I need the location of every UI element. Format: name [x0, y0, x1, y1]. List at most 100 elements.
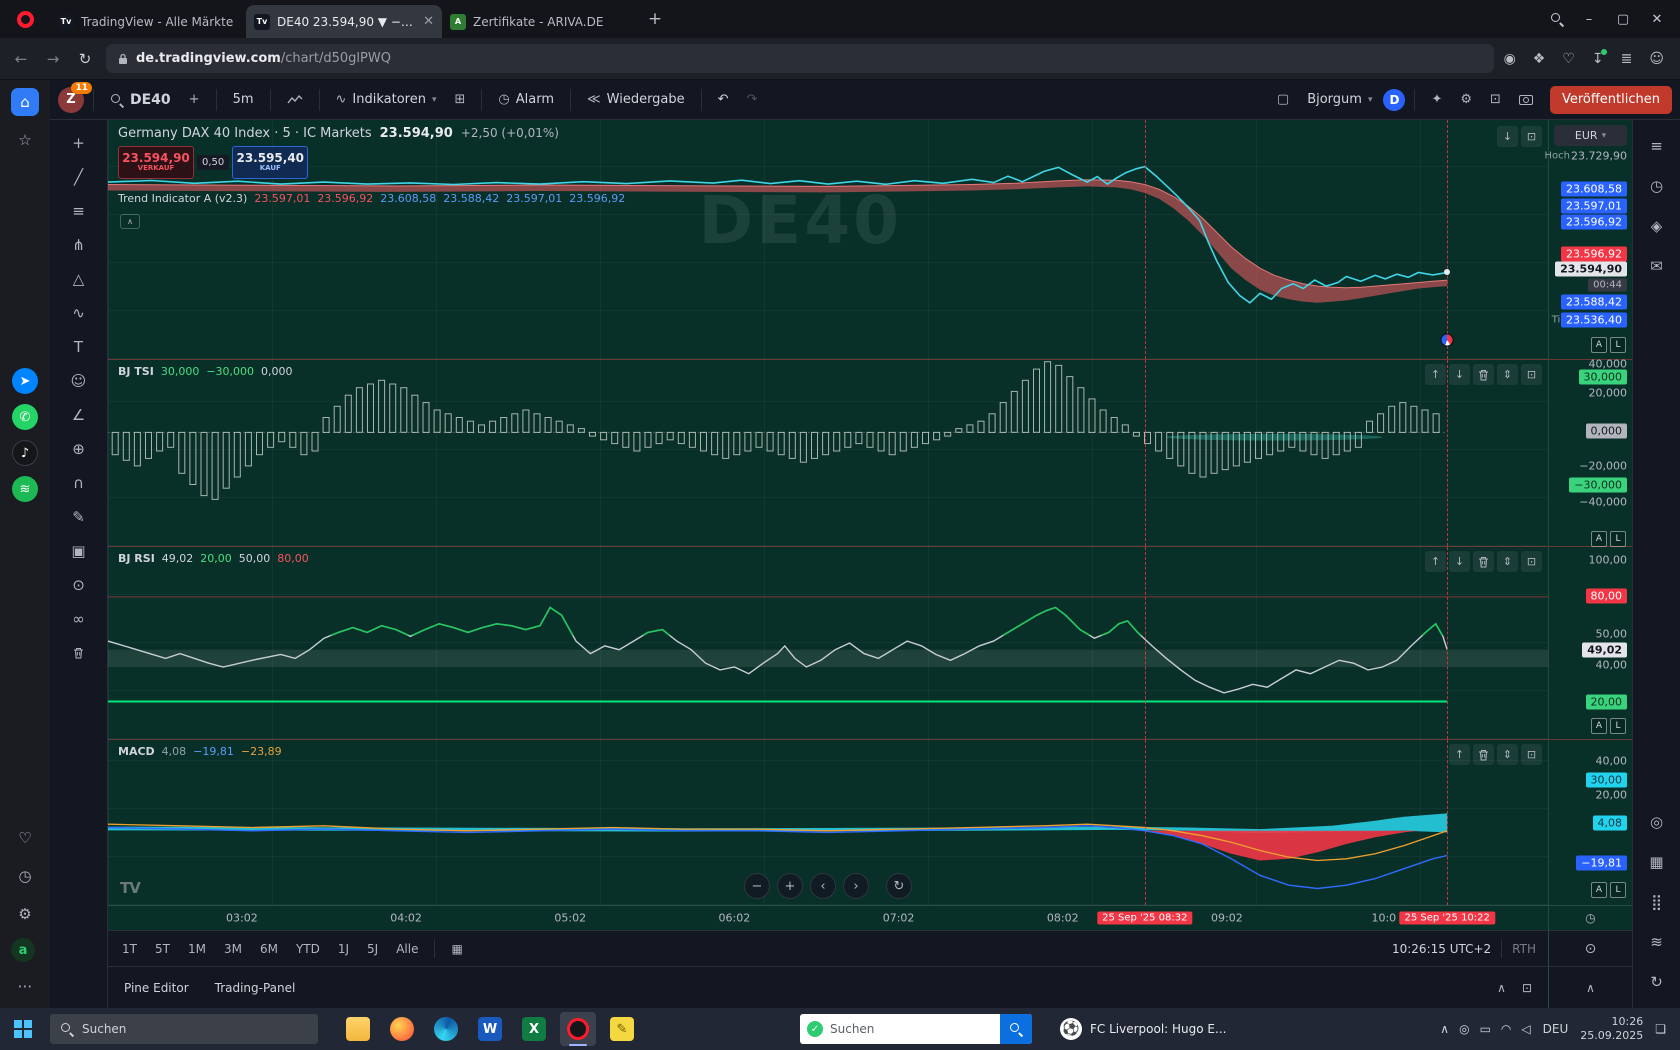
taskbar-search[interactable]: Suchen	[50, 1014, 318, 1044]
web-search-box[interactable]: ✓ Suchen	[800, 1014, 1032, 1044]
pane-down-button[interactable]: ↓	[1449, 364, 1470, 385]
pane-delete-button[interactable]	[1473, 744, 1494, 765]
tab-close-icon[interactable]: ✕	[423, 14, 434, 29]
range-5t-button[interactable]: 5T	[153, 940, 172, 958]
goto-date-button[interactable]: ▦	[449, 940, 464, 958]
fib-tool-icon[interactable]: ≡	[62, 194, 96, 227]
opera-icon[interactable]	[560, 1012, 596, 1046]
tray-location-icon[interactable]: ◎	[1459, 1022, 1469, 1036]
panel-maximize-button[interactable]: ⊡	[1522, 981, 1532, 995]
pane-expand-button[interactable]: ⇕	[1497, 744, 1518, 765]
chart-event-icon[interactable]	[1441, 333, 1454, 346]
range-1m-button[interactable]: 1M	[186, 940, 208, 958]
snapshot-button[interactable]	[1512, 85, 1540, 115]
text-tool-icon[interactable]: T	[62, 330, 96, 363]
tsi-scale[interactable]: 40,00030,00020,0000,000−20,000−30,000−40…	[1549, 359, 1632, 546]
taskbar-clock[interactable]: 10:2625.09.2025	[1580, 1015, 1643, 1043]
trend-indicator-legend[interactable]: Trend Indicator A (v2.3) 23.597,0123.596…	[118, 192, 625, 205]
zoom-out-button[interactable]: −	[744, 873, 770, 899]
scale-l-button[interactable]: L	[1610, 531, 1626, 547]
undo-button[interactable]: ↶	[711, 85, 736, 115]
rsi-scale[interactable]: 100,0080,0050,0049,0240,0020,00AL	[1549, 546, 1632, 739]
layout-select-button[interactable]: ▢	[1270, 85, 1296, 115]
url-field[interactable]: de.tradingview.com/chart/d50glPWQ	[106, 44, 1494, 73]
watchlist-icon[interactable]: ≡	[1641, 128, 1673, 164]
trash-tool-icon[interactable]	[62, 636, 96, 669]
scale-a-button[interactable]: A	[1591, 718, 1607, 734]
explorer-icon[interactable]	[340, 1012, 376, 1046]
tiktok-icon[interactable]: ♪	[12, 440, 38, 466]
fullscreen-button[interactable]: ⊡	[1483, 85, 1508, 115]
currency-button[interactable]: EUR▾	[1554, 125, 1627, 146]
tsi-pane[interactable]: BJ TSI30,000−30,0000,000 ↑↓⇕⊡	[108, 359, 1548, 546]
word-icon[interactable]: W	[472, 1012, 508, 1046]
lock-all-icon[interactable]: ▣	[62, 534, 96, 567]
time-axis[interactable]: 03:0204:0205:0206:0207:0208:0225 Sep '25…	[108, 905, 1548, 930]
scroll-left-button[interactable]: ‹	[810, 873, 836, 899]
messenger-icon[interactable]: ➤	[12, 368, 38, 394]
brush-tool-icon[interactable]: ∿	[62, 296, 96, 329]
notes-icon[interactable]: ✎	[604, 1012, 640, 1046]
layout-name-button[interactable]: Bjorgum ▾	[1300, 85, 1379, 115]
chart-properties-button[interactable]: ⊙	[1549, 930, 1632, 966]
chat-icon[interactable]: ✉	[1641, 248, 1673, 284]
start-button[interactable]	[14, 1020, 32, 1038]
downloads-icon[interactable]: ↧	[1592, 51, 1604, 67]
settings-icon[interactable]: ⚙	[11, 900, 39, 928]
pane-delete-button[interactable]	[1473, 551, 1494, 572]
browser-tab[interactable]: TvDE40 23.594,90 ▼ −0.45%✕	[246, 5, 442, 38]
maximize-chart-button[interactable]: ⊡	[1521, 126, 1542, 147]
alerts-icon[interactable]: ◷	[1641, 168, 1673, 204]
pane-maximize-button[interactable]: ⊡	[1521, 364, 1542, 385]
back-button[interactable]: ←	[10, 50, 32, 68]
tab-search-icon[interactable]	[1550, 12, 1564, 26]
browser-tab[interactable]: TvTradingView - Alle Märkte	[50, 5, 246, 38]
user-avatar[interactable]: Z 11	[58, 87, 84, 113]
tab-trading-panel[interactable]: Trading-Panel	[215, 981, 296, 995]
bookmarks-star-icon[interactable]: ☆	[11, 126, 39, 154]
session-label[interactable]: RTH	[1512, 942, 1536, 956]
calendar-icon[interactable]: ▦	[1641, 844, 1673, 880]
new-tab-button[interactable]: +	[640, 4, 670, 34]
whatsapp-icon[interactable]: ✆	[12, 404, 38, 430]
snapshot-icon[interactable]: ◉	[1504, 51, 1516, 67]
symbol-search-button[interactable]: DE40	[103, 85, 178, 115]
patterns-tool-icon[interactable]: △	[62, 262, 96, 295]
pane-up-button[interactable]: ↑	[1425, 364, 1446, 385]
more-icon[interactable]: ⋯	[11, 972, 39, 1000]
sell-button[interactable]: 23.594,90 VERKAUF	[118, 146, 194, 179]
scroll-to-recent-button[interactable]: ↓	[1497, 126, 1518, 147]
pane-down-button[interactable]: ↓	[1449, 551, 1470, 572]
layout-badge[interactable]: D	[1383, 89, 1405, 111]
scale-l-button[interactable]: L	[1610, 882, 1626, 898]
tradingview-logo[interactable]: TV	[120, 879, 140, 897]
interval-button[interactable]: 5m	[226, 85, 261, 115]
indicators-button[interactable]: ∿ Indikatoren ▾	[329, 85, 444, 115]
panel-collapse-button[interactable]: ∧	[1497, 981, 1506, 995]
tray-battery-icon[interactable]: ▭	[1480, 1022, 1491, 1036]
range-alle-button[interactable]: Alle	[394, 940, 420, 958]
hide-all-icon[interactable]: ⊙	[62, 568, 96, 601]
scale-l-button[interactable]: L	[1610, 718, 1626, 734]
chart-settings-button[interactable]: ⚙	[1453, 85, 1479, 115]
tray-wifi-icon[interactable]: ◠	[1501, 1022, 1511, 1036]
easy-setup-icon[interactable]: ≣	[1621, 51, 1633, 67]
favorites-icon[interactable]: ♡	[1562, 51, 1575, 67]
history-icon[interactable]: ◷	[11, 862, 39, 890]
chart-style-button[interactable]	[280, 85, 310, 115]
trendline-tool-icon[interactable]: ╱	[62, 160, 96, 193]
tsi-legend[interactable]: BJ TSI30,000−30,0000,000	[118, 365, 293, 378]
buy-button[interactable]: 23.595,40 KAUF	[232, 146, 308, 179]
draw-pencil-icon[interactable]: ✎	[62, 500, 96, 533]
opera-account-icon[interactable]: a	[11, 938, 35, 962]
pitchfork-tool-icon[interactable]: ⋔	[62, 228, 96, 261]
scale-l-button[interactable]: L	[1610, 337, 1626, 353]
range-ytd-button[interactable]: YTD	[294, 940, 322, 958]
firefox-icon[interactable]	[384, 1012, 420, 1046]
pane-maximize-button[interactable]: ⊡	[1521, 551, 1542, 572]
link-tool-icon[interactable]: ∞	[62, 602, 96, 635]
maximize-button[interactable]: ▢	[1614, 12, 1632, 27]
excel-icon[interactable]: X	[516, 1012, 552, 1046]
web-search-button[interactable]	[1000, 1014, 1032, 1044]
clock-label[interactable]: 10:26:15 UTC+2	[1392, 942, 1491, 956]
